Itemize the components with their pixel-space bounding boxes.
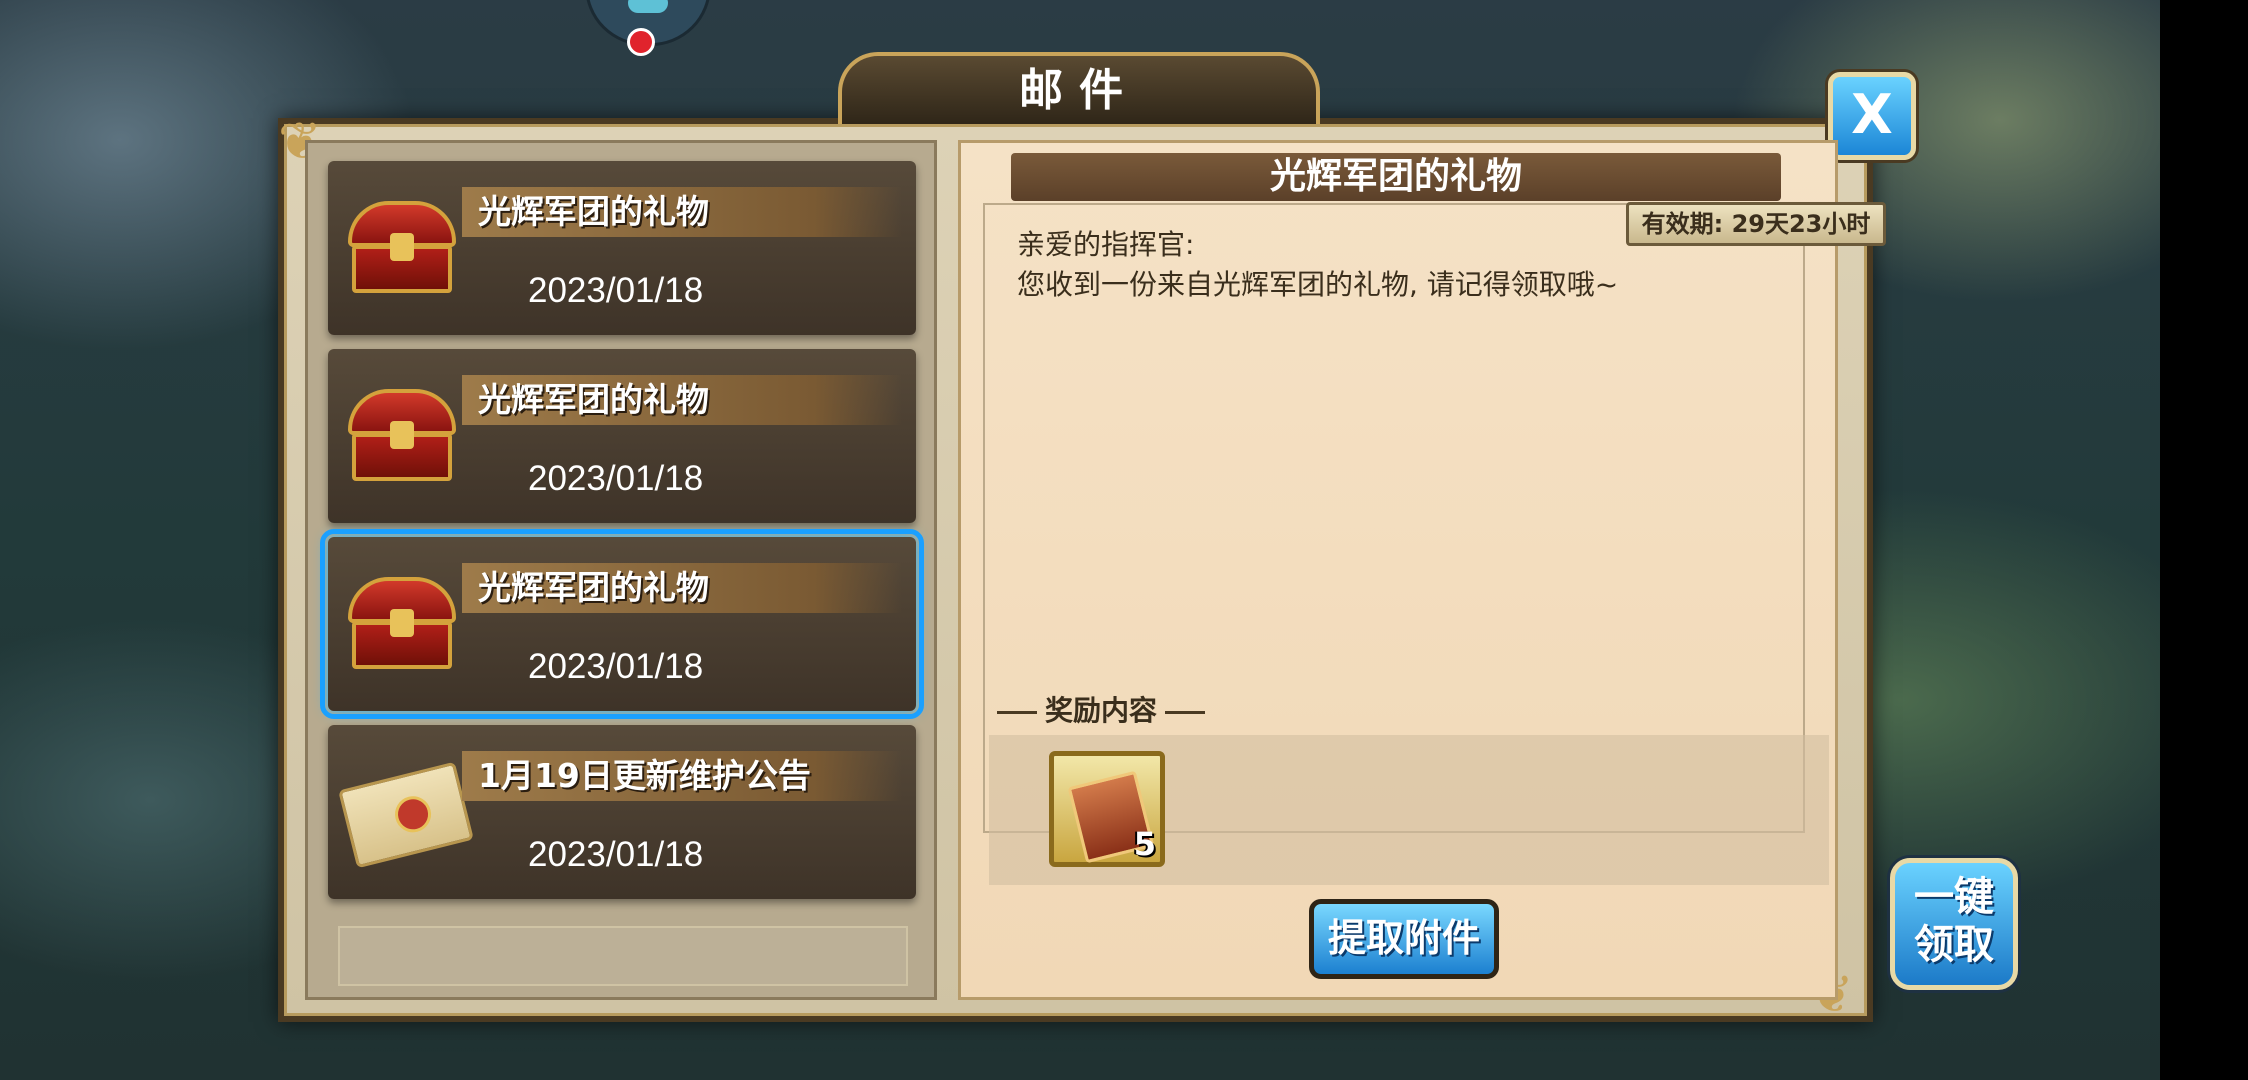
close-button[interactable]: X — [1828, 72, 1916, 160]
detail-subject: 光辉军团的礼物 — [1269, 156, 1522, 197]
mail-subject: 光辉军团的礼物 — [478, 380, 709, 419]
reward-quantity: 5 — [1133, 825, 1156, 863]
reward-item[interactable]: 5 — [1049, 751, 1165, 867]
letter-text: 您收到一份来自光辉军团的礼物, 请记得领取哦~ — [1017, 268, 1619, 301]
reward-title: 奖励内容 — [1045, 694, 1158, 727]
claim-all-button[interactable]: 一键 领取 — [1890, 858, 2018, 990]
chest-icon — [348, 389, 456, 481]
window-title-tab: 邮件 — [838, 52, 1320, 124]
mail-subject: 1月19日更新维护公告 — [478, 756, 811, 795]
mail-list[interactable]: 光辉军团的礼物 2023/01/18 光辉军团的礼物 2023/01/18 光辉… — [305, 140, 937, 1000]
screen-edge-bar — [2160, 0, 2248, 1080]
notification-dot — [627, 28, 655, 56]
expiry-text: 有效期: 29天23小时 — [1641, 210, 1871, 238]
envelope-icon — [338, 761, 474, 869]
mail-subject: 光辉军团的礼物 — [478, 192, 709, 231]
empty-mail-slot — [338, 926, 908, 986]
window-title: 邮件 — [1019, 65, 1139, 116]
letter-body: 亲爱的指挥官: 您收到一份来自光辉军团的礼物, 请记得领取哦~ — [1017, 225, 1618, 305]
mail-date: 2023/01/18 — [528, 835, 704, 874]
mail-detail: 光辉军团的礼物 亲爱的指挥官: 您收到一份来自光辉军团的礼物, 请记得领取哦~ … — [958, 140, 1838, 1000]
claim-all-line1: 一键 — [1914, 874, 1994, 920]
chest-icon — [348, 577, 456, 669]
mail-list-item-selected[interactable]: 光辉军团的礼物 2023/01/18 — [320, 529, 924, 719]
letter-greeting: 亲爱的指挥官: — [1017, 228, 1195, 261]
mail-date: 2023/01/18 — [528, 459, 704, 498]
claim-attachment-button[interactable]: 提取附件 — [1309, 899, 1499, 979]
mail-list-item[interactable]: 光辉军团的礼物 2023/01/18 — [328, 349, 916, 523]
reward-list: 5 — [989, 735, 1829, 885]
mail-list-item[interactable]: 光辉军团的礼物 2023/01/18 — [328, 161, 916, 335]
reward-title-row: 奖励内容 — [989, 691, 1213, 731]
mail-subject: 光辉军团的礼物 — [478, 568, 709, 607]
mail-date: 2023/01/18 — [528, 647, 704, 686]
mail-date: 2023/01/18 — [528, 271, 704, 310]
detail-header: 光辉军团的礼物 — [1011, 153, 1781, 201]
claim-all-line2: 领取 — [1914, 922, 1994, 968]
chest-icon — [348, 201, 456, 293]
expiry-badge: 有效期: 29天23小时 — [1626, 202, 1886, 246]
mail-list-item[interactable]: 1月19日更新维护公告 2023/01/18 — [328, 725, 916, 899]
